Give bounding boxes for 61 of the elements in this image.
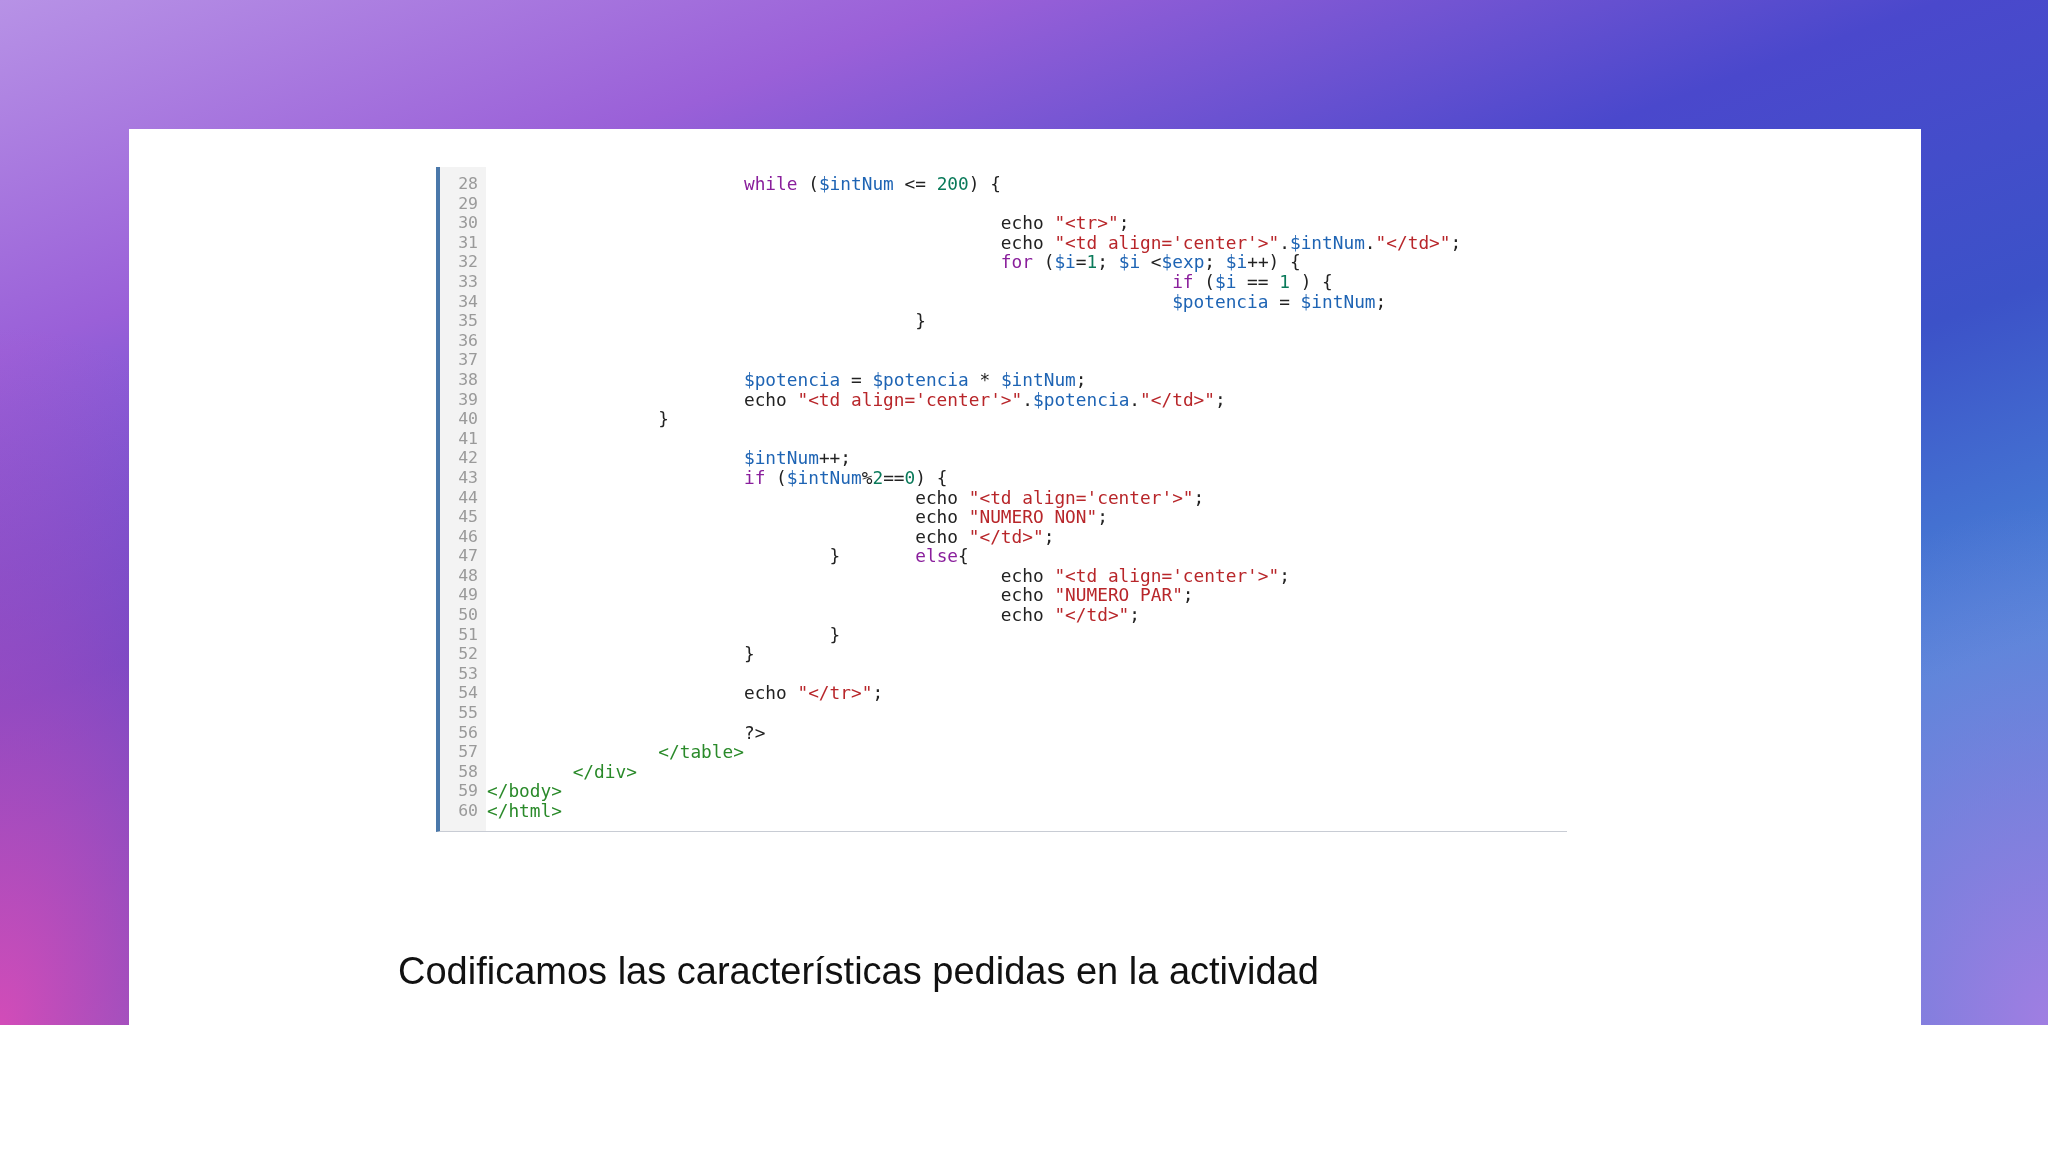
line-number: 37: [457, 350, 479, 370]
slide-caption: Codificamos las características pedidas en la actividad: [398, 949, 1319, 993]
code-line: </div>: [571, 761, 637, 782]
line-number: 54: [457, 683, 479, 704]
code-line: echo "</td>";: [999, 605, 1141, 625]
line-number: 48: [457, 565, 479, 586]
code-line: for ($i=1; $i <$exp; $i++) {: [999, 252, 1301, 272]
line-number: 58: [457, 761, 479, 782]
line-number: 30: [457, 213, 479, 233]
code-line: $potencia = $potencia * $intNum;: [742, 369, 1087, 390]
line-number: 51: [457, 624, 479, 645]
code-line: while ($intNum <= 200) {: [742, 174, 1001, 194]
line-number: 33: [457, 271, 479, 292]
code-line: $potencia = $intNum;: [1171, 291, 1387, 312]
code-line: }: [828, 624, 841, 645]
line-number: 31: [457, 232, 479, 253]
line-number: 43: [457, 467, 479, 488]
line-number: 44: [457, 487, 479, 508]
line-number: 40: [457, 409, 479, 429]
code-line: echo "<td align='center'>".$potencia."</td>";: [742, 389, 1226, 410]
code-line: echo "</tr>";: [742, 683, 884, 704]
line-number: 38: [457, 369, 479, 390]
line-number: 53: [457, 663, 479, 684]
line-number: 59: [457, 781, 479, 801]
line-number: 57: [457, 742, 479, 762]
line-number: 39: [457, 389, 479, 410]
line-number: 45: [457, 507, 479, 527]
line-number: 36: [457, 330, 479, 351]
line-number: 50: [457, 605, 479, 625]
line-number: 60: [457, 801, 479, 821]
code-line: } else{: [828, 546, 969, 566]
code-line: echo "<td align='center'>";: [999, 565, 1290, 586]
code-line: if ($intNum%2==0) {: [742, 467, 948, 488]
code-line: $intNum++;: [742, 448, 851, 468]
line-number: 55: [457, 703, 479, 723]
line-number: 41: [457, 428, 479, 449]
code-line: </table>: [657, 742, 744, 762]
line-number: 34: [457, 291, 479, 312]
code-line: }: [657, 409, 669, 429]
line-number: 56: [457, 722, 479, 743]
line-number: 42: [457, 448, 479, 468]
code-line: if ($i == 1 ) {: [1172, 271, 1333, 292]
code-line: }: [742, 644, 755, 664]
code-line: </html>: [486, 801, 562, 821]
line-number: 32: [457, 252, 479, 272]
code-line: echo "<td align='center'>";: [914, 487, 1205, 508]
code-line: </body>: [486, 781, 562, 801]
line-number: 35: [457, 311, 479, 331]
line-number: 29: [457, 193, 479, 214]
code-line: }: [914, 311, 926, 331]
line-number: 47: [457, 546, 479, 566]
code-line: echo "<tr>";: [999, 213, 1130, 233]
code-line: echo "NUMERO PAR";: [999, 585, 1194, 606]
code-line: echo "NUMERO NON";: [914, 507, 1108, 527]
code-line: echo "<td align='center'>".$intNum."</td>";: [999, 232, 1462, 253]
line-number: 28: [457, 174, 479, 194]
code-line: echo "</td>";: [914, 526, 1055, 547]
line-number: 52: [457, 644, 479, 664]
code-line: ?>: [742, 722, 766, 743]
line-number: 49: [457, 585, 479, 606]
line-number: 46: [457, 526, 479, 547]
